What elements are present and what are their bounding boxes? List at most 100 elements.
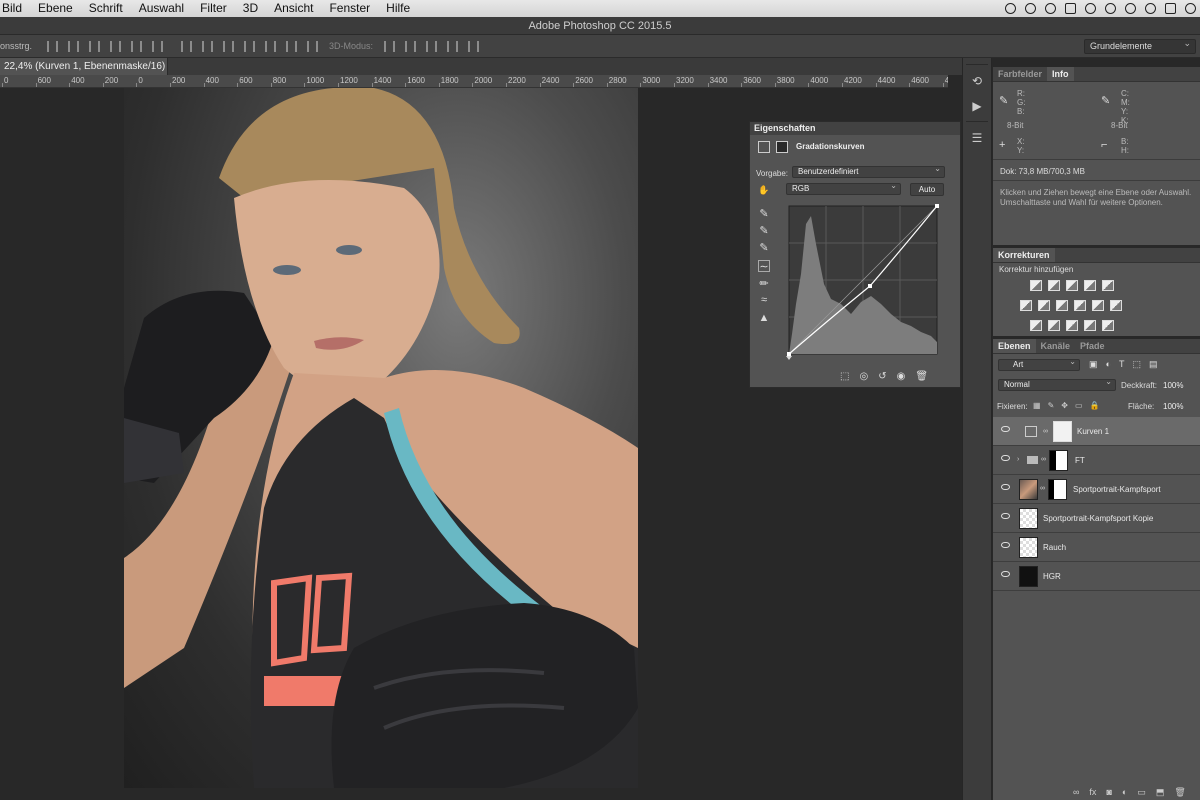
distribute-top-icon[interactable] [181, 40, 193, 52]
tab-farbfelder[interactable]: Farbfelder [993, 67, 1047, 81]
opacity-value[interactable]: 100% [1163, 381, 1183, 390]
layer-name[interactable]: Sportportrait-Kampfsport [1073, 485, 1161, 494]
layer-visibility-icon[interactable] [1001, 542, 1010, 548]
view-previous-state-icon[interactable]: ◎ [859, 371, 868, 382]
new-layer-icon[interactable]: ⬒ [1156, 787, 1165, 798]
document-tab[interactable]: 22,4% (Kurven 1, Ebenenmaske/16) * [0, 58, 168, 89]
3d-slide-icon[interactable] [447, 40, 459, 52]
align-hcenter-icon[interactable] [131, 40, 143, 52]
tab-ebenen[interactable]: Ebenen [993, 339, 1036, 353]
align-top-icon[interactable] [47, 40, 59, 52]
link-layers-icon[interactable]: ∞ [1073, 787, 1079, 798]
layer-image-thumb[interactable] [1019, 537, 1038, 558]
bluetooth-icon[interactable] [1125, 3, 1136, 14]
layer-mask-thumb[interactable] [1048, 479, 1067, 500]
channel-select[interactable]: RGB [786, 181, 901, 195]
auto-button[interactable]: Auto [910, 183, 944, 196]
hue-saturation-icon[interactable] [1020, 299, 1032, 311]
threshold-icon[interactable] [1066, 319, 1078, 331]
curves-graph[interactable] [786, 204, 940, 360]
link-icon[interactable]: ∞ [1040, 485, 1045, 492]
workspace-select[interactable]: Grundelemente [1084, 37, 1196, 54]
distribute-bottom-icon[interactable] [223, 40, 235, 52]
3d-drag-icon[interactable] [426, 40, 438, 52]
layer-row[interactable]: Sportportrait-Kampfsport Kopie [993, 504, 1200, 533]
visibility-toggle-icon[interactable]: ◉ [897, 371, 906, 382]
record-icon[interactable] [1005, 3, 1016, 14]
layer-row[interactable]: HGR [993, 562, 1200, 591]
clipping-warning-icon[interactable]: ▲ [758, 312, 770, 324]
filter-type-icon[interactable]: T [1119, 359, 1125, 370]
tab-kanaele[interactable]: Kanäle [1036, 339, 1076, 353]
cloud-icon[interactable] [1045, 3, 1056, 14]
tab-korrekturen[interactable]: Korrekturen [993, 248, 1055, 262]
keyboard-icon[interactable] [1165, 3, 1176, 14]
layer-name[interactable]: FT [1075, 456, 1085, 465]
layer-visibility-icon[interactable] [1001, 484, 1010, 490]
layer-visibility-icon[interactable] [1001, 455, 1010, 461]
gray-point-eyedropper-icon[interactable]: ✎ [758, 225, 770, 237]
3d-scale-icon[interactable] [468, 40, 480, 52]
tab-pfade[interactable]: Pfade [1075, 339, 1110, 353]
menu-schrift[interactable]: Schrift [81, 0, 131, 17]
filter-adjustment-icon[interactable]: ◐ [1106, 359, 1111, 370]
filter-shape-icon[interactable]: ⬚ [1132, 359, 1141, 370]
align-left-icon[interactable] [110, 40, 122, 52]
link-icon[interactable]: ∞ [1041, 456, 1046, 463]
filter-smart-icon[interactable]: ▤ [1149, 359, 1158, 370]
photo-canvas[interactable] [124, 88, 638, 788]
preset-select[interactable]: Benutzerdefiniert [792, 164, 945, 178]
color-lookup-icon[interactable] [1110, 299, 1122, 311]
wifi-icon[interactable] [1145, 3, 1156, 14]
pencil-tool-icon[interactable]: ✏ [758, 278, 770, 290]
vibrance-icon[interactable] [1102, 279, 1114, 291]
lock-all-icon[interactable]: 🔒 [1090, 401, 1100, 410]
delete-layer-icon[interactable]: 🗑 [1174, 787, 1185, 798]
layer-visibility-icon[interactable] [1001, 571, 1010, 577]
layer-row[interactable]: ∞ Sportportrait-Kampfsport [993, 475, 1200, 504]
properties-panel-icon[interactable]: ☰ [968, 129, 986, 147]
layer-image-thumb[interactable] [1019, 479, 1038, 500]
new-adjustment-icon[interactable]: ◐ [1122, 787, 1127, 798]
transform-controls-label[interactable]: onsstrg. [0, 41, 32, 51]
layer-visibility-icon[interactable] [1001, 426, 1010, 432]
layer-filter-select[interactable]: Art [998, 357, 1080, 371]
black-point-eyedropper-icon[interactable]: ✎ [758, 208, 770, 220]
distribute-vcenter-icon[interactable] [202, 40, 214, 52]
menu-ebene[interactable]: Ebene [30, 0, 81, 17]
auto-align-icon[interactable] [307, 40, 319, 52]
posterize-icon[interactable] [1048, 319, 1060, 331]
lock-pixels-icon[interactable]: ✎ [1048, 401, 1055, 410]
layer-image-thumb[interactable] [1019, 508, 1038, 529]
layer-name[interactable]: Rauch [1043, 543, 1066, 552]
add-mask-icon[interactable]: ◙ [1106, 787, 1111, 798]
blend-mode-select[interactable]: Normal [998, 377, 1116, 391]
selective-color-icon[interactable] [1102, 319, 1114, 331]
horizontal-ruler[interactable]: 0 600 400 200 0 200 400 600 800 1000 1200 1400 1600 1… [0, 75, 948, 88]
group-mask-thumb[interactable] [1049, 450, 1068, 471]
gradient-map-icon[interactable] [1084, 319, 1096, 331]
invert-icon[interactable] [1030, 319, 1042, 331]
menu-auswahl[interactable]: Auswahl [131, 0, 192, 17]
layer-mask-icon[interactable] [776, 141, 788, 153]
photo-filter-icon[interactable] [1074, 299, 1086, 311]
properties-title[interactable]: Eigenschaften [750, 122, 960, 135]
history-icon[interactable]: ⟲ [968, 72, 986, 90]
actions-play-icon[interactable]: ▶ [968, 97, 986, 115]
time-machine-icon[interactable] [1105, 3, 1116, 14]
layer-name[interactable]: Sportportrait-Kampfsport Kopie [1043, 514, 1153, 523]
menu-bild[interactable]: Bild [0, 0, 30, 17]
lock-transparency-icon[interactable]: ▦ [1033, 401, 1041, 410]
brightness-icon[interactable] [1030, 279, 1042, 291]
volume-icon[interactable] [1185, 3, 1196, 14]
lock-position-icon[interactable]: ✥ [1061, 401, 1068, 410]
curve-point-tool-icon[interactable]: ∼ [758, 260, 770, 273]
tab-info[interactable]: Info [1047, 67, 1074, 81]
battery-icon[interactable] [1065, 3, 1076, 14]
layer-row[interactable]: ∞ Kurven 1 [993, 417, 1200, 446]
layer-visibility-icon[interactable] [1001, 513, 1010, 519]
lock-artboard-icon[interactable]: ▭ [1075, 401, 1083, 410]
3d-roll-icon[interactable] [405, 40, 417, 52]
3d-rotate-icon[interactable] [384, 40, 396, 52]
distribute-left-icon[interactable] [244, 40, 256, 52]
